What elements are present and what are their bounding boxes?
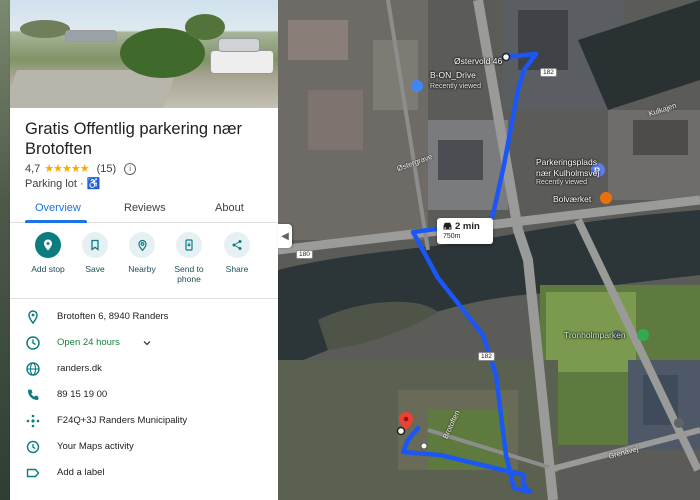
bon-drive-icon[interactable] [411, 80, 423, 92]
share-label: Share [225, 264, 249, 274]
route-distance: 750m [443, 233, 461, 240]
photo-car [218, 38, 260, 52]
plus-code-row[interactable]: F24Q+3J Randers Municipality [10, 408, 278, 434]
phone-icon [28, 389, 39, 400]
globe-icon [26, 362, 40, 376]
share-icon [224, 232, 250, 258]
map-label-parking-2[interactable]: nær Kulholmsvej [536, 168, 599, 178]
wheelchair-icon: ♿ [86, 178, 101, 190]
history-icon [26, 440, 40, 454]
route-end-marker [501, 52, 511, 62]
plus-code-text: F24Q+3J Randers Municipality [57, 415, 188, 426]
map-label-bon-drive[interactable]: B-ON_Drive [430, 70, 476, 80]
road-number-180: 180 [296, 250, 313, 259]
place-photo[interactable] [10, 0, 278, 108]
add-label-row[interactable]: Add a label [10, 460, 278, 486]
hours-row[interactable]: Open 24 hours [10, 330, 278, 356]
address-text: Brotoften 6, 8940 Randers [57, 311, 169, 322]
add-label-text: Add a label [57, 467, 105, 478]
route-start-marker [396, 426, 406, 436]
restaurant-icon[interactable] [600, 192, 612, 204]
satellite-map: P [278, 0, 700, 500]
active-tab-indicator [25, 220, 87, 223]
nearby-icon [129, 232, 155, 258]
share-button[interactable]: Share [209, 230, 265, 274]
category-label: Parking lot · [25, 178, 84, 190]
review-count[interactable]: (15) [97, 163, 117, 175]
map-view[interactable]: P Østervold 46 B-ON_Drive Recently viewe… [278, 0, 700, 500]
rating-value: 4,7 [25, 162, 41, 175]
label-icon [26, 468, 40, 478]
maps-activity-row[interactable]: Your Maps activity [10, 434, 278, 460]
bookmark-icon [82, 232, 108, 258]
website-row[interactable]: randers.dk [10, 356, 278, 382]
star-rating-icon: ★★★★★ [44, 163, 89, 175]
car-icon [443, 222, 452, 230]
add-location-icon [35, 232, 61, 258]
maps-activity-text: Your Maps activity [57, 441, 134, 452]
route-duration-box[interactable]: 2 min 750m [437, 218, 493, 244]
plus-code-icon [26, 414, 40, 428]
waypoint-dot [420, 442, 428, 450]
website-text: randers.dk [57, 363, 102, 374]
map-label-parking-1[interactable]: Parkeringsplads [536, 157, 597, 167]
park-icon[interactable] [637, 329, 649, 341]
section-divider [10, 298, 278, 299]
building-icon[interactable] [674, 418, 684, 428]
phone-text: 89 15 19 00 [57, 389, 108, 400]
tab-reviews[interactable]: Reviews [124, 202, 166, 214]
location-pin-icon [28, 310, 38, 325]
place-category: Parking lot · ♿ [25, 177, 100, 190]
map-label-recently-viewed-1: Recently viewed [430, 83, 481, 90]
clock-icon [26, 336, 40, 350]
map-label-bolvaerket[interactable]: Bolværket [553, 194, 591, 204]
photo-car [65, 30, 117, 42]
map-label-recently-viewed-2: Recently viewed [536, 179, 587, 186]
road-number-182-b: 182 [540, 68, 557, 77]
collapse-panel-button[interactable]: ◀ [278, 224, 292, 248]
photo-car [210, 50, 274, 74]
place-tabs: Overview Reviews About [10, 194, 278, 223]
phone-row[interactable]: 89 15 19 00 [10, 382, 278, 408]
background-map-strip [0, 0, 10, 500]
route-duration: 2 min [455, 221, 480, 232]
place-title: Gratis Offentlig parkering nær Brotoften [25, 120, 243, 158]
place-panel: Gratis Offentlig parkering nær Brotoften… [10, 0, 278, 500]
map-label-tronholmparken[interactable]: Tronholmparken [564, 330, 626, 340]
send-to-phone-label-line2: phone [177, 274, 201, 284]
map-label-destination[interactable]: Østervold 46 [454, 56, 502, 66]
tab-about[interactable]: About [215, 202, 244, 214]
photo-tree [185, 14, 225, 40]
address-row[interactable]: Brotoften 6, 8940 Randers [10, 304, 278, 330]
road-number-182-a: 182 [478, 352, 495, 361]
photo-tree [20, 20, 70, 38]
tab-overview[interactable]: Overview [35, 202, 81, 214]
hours-text: Open 24 hours [57, 337, 120, 348]
chevron-down-icon[interactable] [142, 338, 152, 348]
send-to-phone-label-line1: Send to [174, 264, 204, 274]
rating-row: 4,7 ★★★★★ (15) i [25, 162, 137, 175]
send-to-phone-icon [176, 232, 202, 258]
action-buttons: Add stop Save Nearby Send to phone Share [10, 230, 278, 294]
info-icon[interactable]: i [124, 162, 137, 175]
